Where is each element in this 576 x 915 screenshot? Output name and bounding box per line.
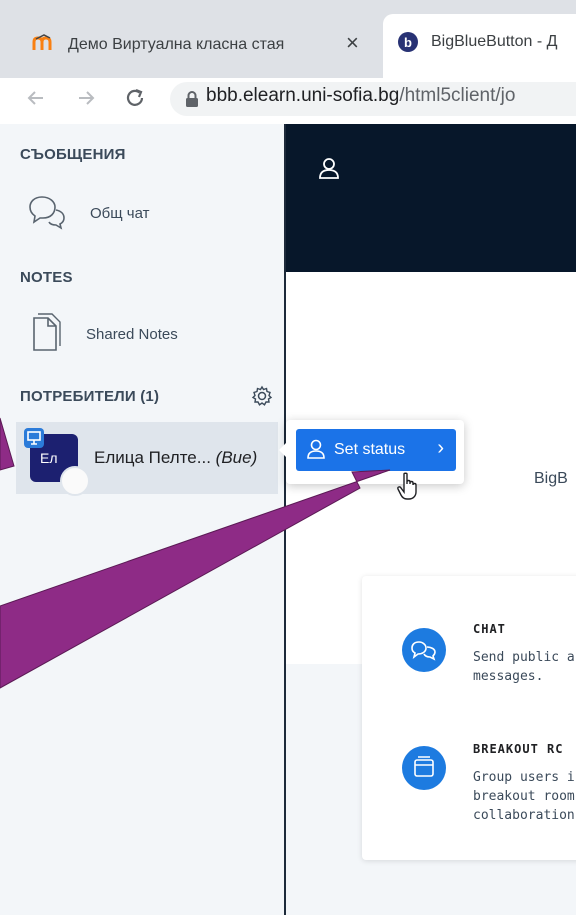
presenter-icon: [24, 428, 44, 448]
set-status-label: Set status: [334, 441, 406, 458]
url-host: bbb.elearn.uni-sofia.bg: [206, 85, 400, 106]
document-icon: [28, 312, 62, 354]
bigbluebutton-favicon-icon: b: [397, 31, 419, 53]
chat-bubbles-icon: [28, 194, 68, 230]
users-section-title: ПОТРЕБИТЕЛИ (1): [20, 388, 160, 405]
hand-pointer-icon: [396, 472, 422, 500]
breakout-feature-icon: [402, 746, 446, 790]
breakout-feature-title: BREAKOUT RC: [473, 742, 564, 756]
shared-notes-item[interactable]: Shared Notes: [16, 306, 278, 362]
breakout-feature-description: Group users ir breakout room collaborati…: [473, 770, 576, 823]
chevron-right-icon: ›: [437, 437, 444, 459]
public-chat-item[interactable]: Общ чат: [16, 186, 278, 242]
url-path: /html5client/jo: [399, 85, 516, 106]
reload-icon[interactable]: [124, 87, 146, 109]
user-name: Елица Пелте... (Вие): [94, 448, 257, 468]
user-status-indicator: [60, 466, 90, 496]
notes-section-title: NOTES: [20, 269, 73, 286]
public-chat-label: Общ чат: [90, 205, 150, 222]
dropdown-pointer: [279, 440, 289, 460]
moodle-favicon-icon: [32, 34, 54, 52]
chat-feature-icon: [402, 628, 446, 672]
set-status-button[interactable]: Set status ›: [296, 429, 456, 471]
lock-icon[interactable]: [185, 90, 199, 108]
chat-feature-description: Send public ar messages.: [473, 650, 576, 684]
gear-icon[interactable]: [251, 385, 273, 407]
tab-title: BigBlueButton - Д: [431, 33, 558, 50]
welcome-text-partial: BigB: [534, 470, 568, 487]
browser-tab-bigbluebutton[interactable]: b BigBlueButton - Д: [383, 14, 576, 78]
shared-notes-label: Shared Notes: [86, 326, 178, 343]
svg-text:b: b: [404, 35, 412, 50]
user-list-toggle-icon[interactable]: [318, 156, 340, 180]
browser-tab-moodle[interactable]: Демо Виртуална класна стая ×: [10, 22, 375, 64]
url-text[interactable]: bbb.elearn.uni-sofia.bg/html5client/jo: [206, 85, 515, 107]
forward-icon[interactable]: [76, 88, 96, 108]
tab-title: Демо Виртуална класна стая: [68, 36, 285, 53]
tab-close-icon[interactable]: ×: [346, 30, 359, 56]
chat-feature-title: CHAT: [473, 622, 506, 636]
avatar-initials: Ел: [40, 450, 58, 466]
user-icon: [306, 438, 326, 460]
top-navbar: [286, 124, 576, 272]
you-label: (Вие): [215, 448, 258, 467]
user-name-text: Елица Пелте...: [94, 448, 211, 467]
messages-section-title: СЪОБЩЕНИЯ: [20, 146, 126, 163]
back-icon[interactable]: [26, 88, 46, 108]
user-list-sidebar: [0, 124, 286, 915]
